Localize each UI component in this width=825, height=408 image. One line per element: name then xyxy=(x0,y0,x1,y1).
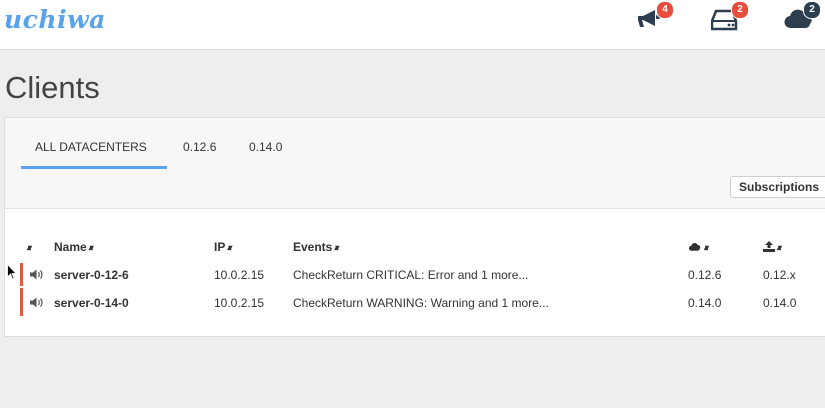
active-tab-indicator xyxy=(21,166,167,169)
critical-status-bar xyxy=(20,263,23,286)
sort-status-header[interactable]: ▴▾ xyxy=(25,240,32,254)
client-datacenter: 0.14.0 xyxy=(688,296,722,310)
clients-panel: ALL DATACENTERS 0.12.6 0.14.0 Subscripti… xyxy=(4,117,825,337)
upload-icon xyxy=(763,241,775,252)
volume-icon[interactable] xyxy=(30,269,44,280)
subscriptions-button[interactable]: Subscriptions xyxy=(730,176,825,198)
mouse-cursor-icon xyxy=(7,264,17,280)
critical-status-bar xyxy=(20,288,23,316)
tab-0-12-6[interactable]: 0.12.6 xyxy=(183,140,216,154)
events-header-label: Events xyxy=(293,240,333,254)
sort-icon: ▴▾ xyxy=(88,243,94,252)
datacenters-nav-button[interactable]: 2 xyxy=(783,1,821,37)
client-name-link[interactable]: server-0-14-0 xyxy=(54,296,129,310)
client-name-link[interactable]: server-0-12-6 xyxy=(54,268,129,282)
ip-header-label: IP xyxy=(214,240,226,254)
events-column-header[interactable]: Events ▴▾ xyxy=(293,240,339,254)
datacenter-column-header[interactable]: ▴▾ xyxy=(688,240,709,254)
tab-0-14-0[interactable]: 0.14.0 xyxy=(249,140,282,154)
client-ip: 10.0.2.15 xyxy=(214,268,265,282)
version-column-header[interactable]: ▴▾ xyxy=(763,240,782,254)
clients-nav-button[interactable]: 2 xyxy=(711,1,749,37)
sort-icon: ▴▾ xyxy=(27,243,32,252)
clients-count-badge: 2 xyxy=(731,1,749,19)
name-column-header[interactable]: Name ▴▾ xyxy=(54,240,94,254)
datacenters-count-badge: 2 xyxy=(803,1,821,19)
sort-icon: ▴▾ xyxy=(704,243,709,252)
top-navbar: uchiwa 4 2 2 xyxy=(0,0,825,50)
client-events[interactable]: CheckReturn WARNING: Warning and 1 more.… xyxy=(293,296,549,310)
panel-header: ALL DATACENTERS 0.12.6 0.14.0 Subscripti… xyxy=(5,118,825,209)
sort-icon: ▴▾ xyxy=(227,243,232,252)
sort-icon: ▴▾ xyxy=(777,243,782,252)
ip-column-header[interactable]: IP ▴▾ xyxy=(214,240,232,254)
client-ip: 10.0.2.15 xyxy=(214,296,265,310)
cloud-icon xyxy=(688,243,701,251)
volume-icon[interactable] xyxy=(30,297,44,308)
app-logo[interactable]: uchiwa xyxy=(4,5,106,34)
name-header-label: Name xyxy=(54,240,87,254)
client-version: 0.12.x xyxy=(763,268,796,282)
sort-icon: ▴▾ xyxy=(334,243,339,252)
events-count-badge: 4 xyxy=(656,1,674,19)
page-title: Clients xyxy=(5,70,100,105)
client-datacenter: 0.12.6 xyxy=(688,268,722,282)
events-nav-button[interactable]: 4 xyxy=(636,1,674,37)
client-events[interactable]: CheckReturn CRITICAL: Error and 1 more..… xyxy=(293,268,528,282)
tab-all-datacenters[interactable]: ALL DATACENTERS xyxy=(35,140,147,154)
client-version: 0.14.0 xyxy=(763,296,797,310)
